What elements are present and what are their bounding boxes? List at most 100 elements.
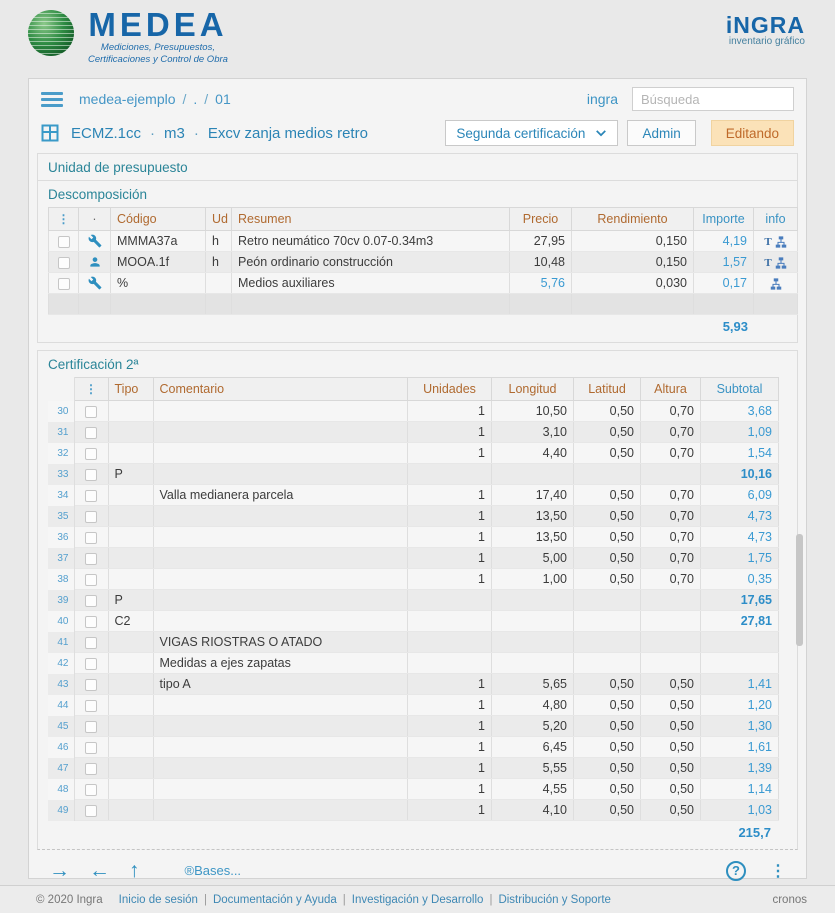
tipo-cell[interactable] xyxy=(108,485,153,506)
latitud-cell[interactable] xyxy=(574,464,641,485)
unidades-cell[interactable] xyxy=(408,464,492,485)
unidades-cell[interactable]: 1 xyxy=(408,548,492,569)
altura-cell[interactable]: 0,50 xyxy=(641,716,701,737)
latitud-cell[interactable]: 0,50 xyxy=(574,674,641,695)
comentario-cell[interactable] xyxy=(153,800,408,821)
comentario-cell[interactable] xyxy=(153,590,408,611)
row-checkbox[interactable] xyxy=(85,637,97,649)
row-checkbox[interactable] xyxy=(85,616,97,628)
tipo-cell[interactable]: C2 xyxy=(108,611,153,632)
comentario-cell[interactable] xyxy=(153,569,408,590)
comentario-cell[interactable] xyxy=(153,443,408,464)
rendimiento-cell[interactable]: 0,150 xyxy=(572,231,694,252)
row-checkbox[interactable] xyxy=(58,236,70,248)
unidades-cell[interactable] xyxy=(408,653,492,674)
row-checkbox[interactable] xyxy=(85,679,97,691)
altura-cell[interactable] xyxy=(641,611,701,632)
latitud-cell[interactable]: 0,50 xyxy=(574,422,641,443)
codigo-cell[interactable]: % xyxy=(111,273,206,294)
row-checkbox[interactable] xyxy=(85,427,97,439)
resumen-cell[interactable]: Peón ordinario construcción xyxy=(232,252,510,273)
ud-cell[interactable] xyxy=(206,273,232,294)
forward-arrow-icon[interactable]: → xyxy=(49,860,70,881)
precio-cell[interactable]: 5,76 xyxy=(510,273,572,294)
comentario-cell[interactable]: Medidas a ejes zapatas xyxy=(153,653,408,674)
tipo-cell[interactable] xyxy=(108,632,153,653)
row-checkbox[interactable] xyxy=(85,763,97,775)
unidades-cell[interactable]: 1 xyxy=(408,674,492,695)
breadcrumb-project[interactable]: medea-ejemplo xyxy=(79,91,176,107)
row-checkbox[interactable] xyxy=(85,448,97,460)
footer-link-login[interactable]: Inicio de sesión xyxy=(119,894,198,906)
longitud-cell[interactable]: 10,50 xyxy=(492,401,574,422)
altura-cell[interactable]: 0,50 xyxy=(641,695,701,716)
comentario-cell[interactable]: VIGAS RIOSTRAS O ATADO xyxy=(153,632,408,653)
longitud-cell[interactable]: 13,50 xyxy=(492,506,574,527)
longitud-cell[interactable] xyxy=(492,590,574,611)
comentario-cell[interactable] xyxy=(153,737,408,758)
altura-cell[interactable] xyxy=(641,632,701,653)
tipo-cell[interactable] xyxy=(108,569,153,590)
tipo-cell[interactable] xyxy=(108,758,153,779)
resumen-cell[interactable]: Medios auxiliares xyxy=(232,273,510,294)
longitud-cell[interactable] xyxy=(492,653,574,674)
row-checkbox[interactable] xyxy=(85,511,97,523)
altura-cell[interactable]: 0,70 xyxy=(641,527,701,548)
altura-cell[interactable]: 0,50 xyxy=(641,737,701,758)
ud-cell[interactable]: h xyxy=(206,231,232,252)
footer-link-support[interactable]: Distribución y Soporte xyxy=(498,894,611,906)
tipo-cell[interactable] xyxy=(108,443,153,464)
footer-link-rd[interactable]: Investigación y Desarrollo xyxy=(352,894,484,906)
text-info-icon[interactable]: T xyxy=(764,257,771,269)
row-checkbox[interactable] xyxy=(85,406,97,418)
unidades-cell[interactable]: 1 xyxy=(408,716,492,737)
row-checkbox[interactable] xyxy=(58,278,70,290)
longitud-cell[interactable] xyxy=(492,464,574,485)
altura-cell[interactable] xyxy=(641,590,701,611)
column-menu-icon[interactable]: ⋮ xyxy=(85,382,97,396)
tipo-cell[interactable] xyxy=(108,653,153,674)
latitud-cell[interactable]: 0,50 xyxy=(574,716,641,737)
row-checkbox[interactable] xyxy=(85,784,97,796)
comentario-cell[interactable] xyxy=(153,716,408,737)
latitud-cell[interactable]: 0,50 xyxy=(574,485,641,506)
altura-cell[interactable]: 0,70 xyxy=(641,485,701,506)
row-checkbox[interactable] xyxy=(85,700,97,712)
row-checkbox[interactable] xyxy=(85,532,97,544)
tipo-cell[interactable] xyxy=(108,527,153,548)
rendimiento-cell[interactable]: 0,030 xyxy=(572,273,694,294)
user-link[interactable]: ingra xyxy=(587,91,618,107)
longitud-cell[interactable]: 4,55 xyxy=(492,779,574,800)
breadcrumb-dot[interactable]: . xyxy=(193,91,197,107)
unidades-cell[interactable]: 1 xyxy=(408,422,492,443)
altura-cell[interactable]: 0,50 xyxy=(641,779,701,800)
unidades-cell[interactable] xyxy=(408,632,492,653)
tipo-cell[interactable] xyxy=(108,737,153,758)
certification-select[interactable]: Segunda certificación xyxy=(445,120,618,146)
comentario-cell[interactable] xyxy=(153,548,408,569)
help-icon[interactable]: ? xyxy=(726,861,746,881)
longitud-cell[interactable]: 4,40 xyxy=(492,443,574,464)
longitud-cell[interactable]: 3,10 xyxy=(492,422,574,443)
up-arrow-icon[interactable]: ↑ xyxy=(129,860,140,881)
tipo-cell[interactable] xyxy=(108,506,153,527)
altura-cell[interactable]: 0,50 xyxy=(641,800,701,821)
altura-cell[interactable] xyxy=(641,653,701,674)
tipo-cell[interactable] xyxy=(108,674,153,695)
medea-logo[interactable]: MEDEA Mediciones, Presupuestos, Certific… xyxy=(28,8,228,78)
altura-cell[interactable]: 0,50 xyxy=(641,674,701,695)
kebab-menu-icon[interactable]: ⋮ xyxy=(770,861,786,881)
latitud-cell[interactable] xyxy=(574,611,641,632)
footer-link-docs[interactable]: Documentación y Ayuda xyxy=(213,894,337,906)
unidades-cell[interactable]: 1 xyxy=(408,485,492,506)
codigo-cell[interactable]: MOOA.1f xyxy=(111,252,206,273)
latitud-cell[interactable]: 0,50 xyxy=(574,737,641,758)
row-checkbox[interactable] xyxy=(85,553,97,565)
editing-button[interactable]: Editando xyxy=(711,120,794,146)
unidades-cell[interactable]: 1 xyxy=(408,401,492,422)
latitud-cell[interactable]: 0,50 xyxy=(574,695,641,716)
comentario-cell[interactable] xyxy=(153,695,408,716)
unidades-cell[interactable]: 1 xyxy=(408,737,492,758)
tipo-cell[interactable] xyxy=(108,422,153,443)
row-checkbox[interactable] xyxy=(85,805,97,817)
